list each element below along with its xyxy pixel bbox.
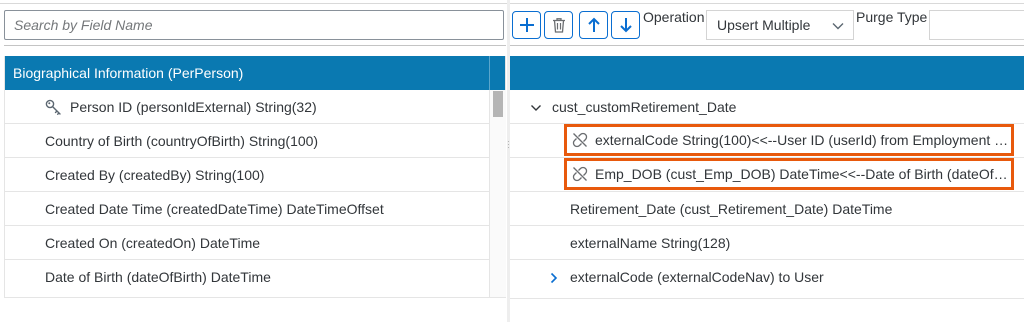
- field-row[interactable]: Created Date Time (createdDateTime) Date…: [5, 192, 489, 226]
- purge-type-label: Purge Type: [856, 9, 928, 25]
- operation-value: Upsert Multiple: [717, 17, 811, 33]
- tree-row-external-name[interactable]: externalName String(128): [510, 226, 1024, 260]
- unlink-icon: [572, 166, 588, 182]
- chevron-down-icon: [832, 23, 844, 30]
- plus-icon: [519, 18, 534, 32]
- tree-node-external-code-nav[interactable]: externalCode (externalCodeNav) to User: [510, 260, 1024, 294]
- add-button[interactable]: [512, 11, 541, 39]
- field-label: Created On (createdOn) DateTime: [45, 234, 261, 251]
- field-row[interactable]: Date of Birth (dateOfBirth) DateTime: [5, 260, 489, 294]
- purge-type-field[interactable]: [929, 10, 1024, 40]
- delete-button[interactable]: [544, 11, 573, 39]
- target-tree: cust_customRetirement_Date externalCode …: [510, 90, 1024, 294]
- chevron-down-icon[interactable]: [530, 102, 542, 114]
- arrow-down-icon: [619, 18, 632, 33]
- key-icon: [45, 99, 62, 116]
- source-table: Biographical Information (PerPerson) Per…: [4, 56, 506, 298]
- header-separator: [489, 56, 490, 90]
- source-panel: Biographical Information (PerPerson) Per…: [0, 0, 506, 322]
- field-label: Country of Birth (countryOfBirth) String…: [45, 132, 319, 149]
- arrow-up-icon: [587, 17, 600, 32]
- tree-node-label: cust_customRetirement_Date: [552, 99, 737, 115]
- tree-row-emp-dob[interactable]: Emp_DOB (cust_Emp_DOB) DateTime<<--Date …: [510, 158, 1024, 192]
- divider: [510, 298, 1024, 299]
- target-table-header: [510, 56, 1024, 90]
- tree-node-label: externalName String(128): [570, 235, 731, 251]
- operation-label: Operation: [643, 9, 705, 25]
- field-row[interactable]: Created By (createdBy) String(100): [5, 158, 489, 192]
- tree-node-label: Emp_DOB (cust_Emp_DOB) DateTime<<--Date …: [595, 166, 1011, 182]
- field-label: Date of Birth (dateOfBirth) DateTime: [45, 269, 271, 285]
- chevron-right-icon[interactable]: [548, 272, 560, 284]
- highlighted-mapping[interactable]: externalCode String(100)<<--User ID (use…: [564, 124, 1014, 156]
- field-row[interactable]: Country of Birth (countryOfBirth) String…: [5, 124, 489, 158]
- field-label: Created By (createdBy) String(100): [45, 166, 265, 183]
- tree-node-label: externalCode (externalCodeNav) to User: [570, 269, 824, 285]
- search-field[interactable]: [4, 10, 504, 40]
- tree-row-external-code[interactable]: externalCode String(100)<<--User ID (use…: [510, 124, 1024, 158]
- source-field-list: Person ID (personIdExternal) String(32) …: [5, 90, 489, 294]
- tree-row-retirement-date[interactable]: Retirement_Date (cust_Retirement_Date) D…: [510, 192, 1024, 226]
- source-table-title: Biographical Information (PerPerson): [13, 65, 244, 81]
- tree-node-cust-customretirement-date[interactable]: cust_customRetirement_Date: [510, 90, 1024, 124]
- operation-select[interactable]: Upsert Multiple: [706, 10, 854, 40]
- tree-node-label: externalCode String(100)<<--User ID (use…: [595, 132, 1011, 148]
- field-label: Created Date Time (createdDateTime) Date…: [45, 200, 384, 217]
- tree-node-label: Retirement_Date (cust_Retirement_Date) D…: [570, 201, 893, 217]
- highlighted-mapping[interactable]: Emp_DOB (cust_Emp_DOB) DateTime<<--Date …: [564, 158, 1014, 190]
- search-input[interactable]: [5, 11, 503, 39]
- move-up-button[interactable]: [579, 11, 608, 39]
- divider: [510, 45, 1024, 46]
- target-panel: Operation Upsert Multiple Purge Type cus…: [510, 0, 1024, 322]
- field-row[interactable]: Created On (createdOn) DateTime: [5, 226, 489, 260]
- source-table-header: Biographical Information (PerPerson): [5, 56, 505, 90]
- field-row-person-id[interactable]: Person ID (personIdExternal) String(32): [5, 90, 489, 124]
- scrollbar-thumb[interactable]: [493, 91, 503, 117]
- divider: [4, 45, 506, 46]
- move-down-button[interactable]: [611, 11, 640, 39]
- unlink-icon: [572, 132, 588, 148]
- field-label: Person ID (personIdExternal) String(32): [70, 98, 317, 115]
- trash-icon: [552, 18, 565, 33]
- vertical-scrollbar[interactable]: [489, 90, 506, 297]
